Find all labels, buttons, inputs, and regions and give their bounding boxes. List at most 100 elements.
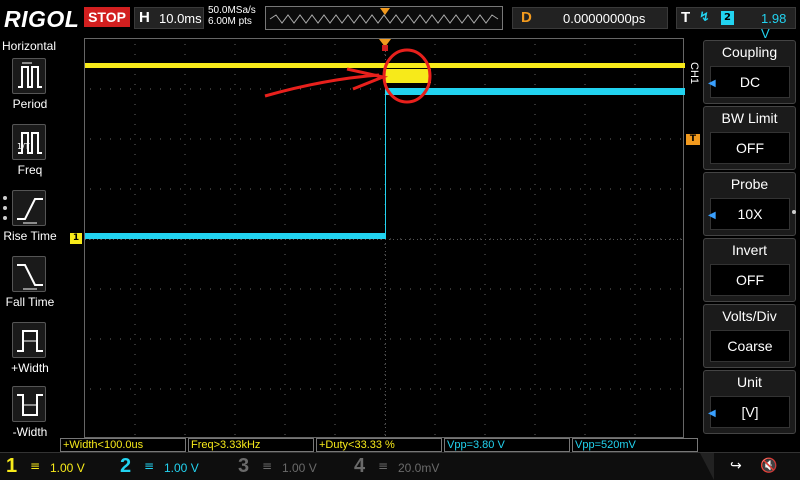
channel-1-number: 1: [6, 455, 18, 477]
menu-invert[interactable]: Invert OFF: [703, 238, 796, 302]
grid-dot: [234, 294, 236, 295]
grid-dot: [384, 344, 386, 345]
grid-dot: [600, 288, 601, 290]
grid-dot: [520, 338, 521, 340]
grid-dot: [130, 138, 131, 140]
grid-dot: [260, 138, 261, 140]
menu-unit-value: [V]: [710, 396, 790, 428]
grid-dot: [230, 188, 231, 190]
measure-freq-button[interactable]: 1/T Freq: [0, 122, 60, 186]
grid-dot: [134, 264, 136, 265]
grid-dot: [284, 264, 286, 265]
grid-dot: [630, 288, 631, 290]
measure-neg-width-button[interactable]: -Width: [0, 384, 60, 448]
grid-dot: [220, 288, 221, 290]
grid-dot: [234, 324, 236, 325]
grid-dot: [450, 188, 451, 190]
grid-dot: [650, 188, 651, 190]
grid-dot: [284, 434, 286, 435]
grid-dot: [334, 274, 336, 275]
sample-rate: 50.0MSa/s: [208, 5, 256, 16]
grid-dot: [280, 288, 281, 290]
grid-dot: [490, 238, 491, 240]
waveform-display[interactable]: [84, 38, 685, 439]
channel-4-tab[interactable]: 4 ≡ 20.0mV: [348, 455, 458, 479]
grid-dot: [560, 388, 561, 390]
grid-dot: [680, 238, 681, 240]
grid-dot: [534, 174, 536, 175]
grid-dot: [180, 388, 181, 390]
grid-dot: [484, 244, 486, 245]
grid-dot: [160, 138, 161, 140]
grid-dot: [184, 104, 186, 105]
grid-dot: [284, 414, 286, 415]
grid-dot: [590, 238, 591, 240]
grid-dot: [484, 184, 486, 185]
grid-dot: [410, 188, 411, 190]
grid-dot: [590, 288, 591, 290]
measure-fall-time-button[interactable]: Fall Time: [0, 254, 60, 318]
grid-dot: [460, 188, 461, 190]
menu-unit[interactable]: Unit [V]: [703, 370, 796, 434]
grid-dot: [284, 174, 286, 175]
measure-period-button[interactable]: Period: [0, 56, 60, 120]
grid-dot: [90, 138, 91, 140]
grid-dot: [330, 88, 331, 90]
grid-dot: [634, 264, 636, 265]
grid-dot: [634, 224, 636, 225]
menu-bw-limit[interactable]: BW Limit OFF: [703, 106, 796, 170]
grid-dot: [634, 184, 636, 185]
grid-dot: [600, 138, 601, 140]
grid-dot: [300, 288, 301, 290]
grid-dot: [210, 288, 211, 290]
grid-dot: [434, 174, 436, 175]
channel-3-tab[interactable]: 3 ≡ 1.00 V: [232, 455, 342, 479]
grid-dot: [250, 288, 251, 290]
grid-dot: [220, 138, 221, 140]
grid-dot: [340, 88, 341, 90]
grid-dot: [134, 164, 136, 165]
grid-dot: [234, 124, 236, 125]
trigger-box[interactable]: T ↯ 2 1.98 V: [676, 7, 796, 41]
timebase-box[interactable]: H 10.0ms: [134, 7, 204, 29]
measure-fall-time-label: Fall Time: [5, 295, 55, 309]
grid-dot: [434, 314, 436, 315]
grid-dot: [550, 138, 551, 140]
grid-dot: [250, 138, 251, 140]
grid-dot: [430, 338, 431, 340]
grid-dot: [430, 188, 431, 190]
grid-dot: [140, 388, 141, 390]
menu-probe[interactable]: Probe 10X: [703, 172, 796, 236]
grid-dot: [260, 88, 261, 90]
sound-icon[interactable]: 🔇: [760, 458, 777, 474]
grid-dot: [184, 294, 186, 295]
grid-dot: [310, 388, 311, 390]
grid-dot: [330, 388, 331, 390]
channel-1-tab[interactable]: 1 ≡ 1.00 V: [0, 455, 110, 479]
grid-dot: [234, 434, 236, 435]
grid-dot: [534, 284, 536, 285]
grid-dot: [630, 388, 631, 390]
grid-dot: [584, 224, 586, 225]
grid-dot: [280, 188, 281, 190]
grid-dot: [184, 404, 186, 405]
grid-dot: [634, 384, 636, 385]
grid-dot: [170, 188, 171, 190]
grid-dot: [334, 224, 336, 225]
grid-dot: [284, 324, 286, 325]
grid-dot: [584, 204, 586, 205]
channel-2-tab[interactable]: 2 ≡ 1.00 V: [114, 455, 224, 479]
grid-dot: [434, 384, 436, 385]
run-stop-status[interactable]: STOP: [84, 7, 130, 27]
measure-rise-time-button[interactable]: Rise Time: [0, 188, 60, 252]
grid-dot: [334, 434, 336, 435]
grid-dot: [150, 188, 151, 190]
grid-dot: [434, 214, 436, 215]
grid-dot: [610, 388, 611, 390]
measure-pos-width-button[interactable]: +Width: [0, 320, 60, 384]
grid-dot: [434, 254, 436, 255]
grid-dot: [634, 234, 636, 235]
delay-box[interactable]: D 0.00000000ps: [512, 7, 668, 29]
menu-coupling[interactable]: Coupling DC: [703, 40, 796, 104]
menu-volts-div[interactable]: Volts/Div Coarse: [703, 304, 796, 368]
